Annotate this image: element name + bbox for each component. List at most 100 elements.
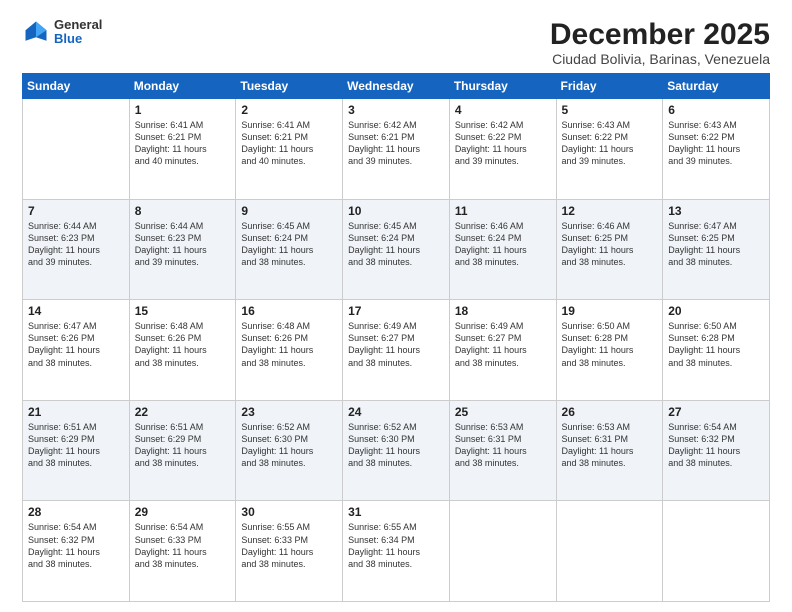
calendar-cell: 5Sunrise: 6:43 AMSunset: 6:22 PMDaylight… bbox=[556, 99, 663, 200]
calendar-cell: 10Sunrise: 6:45 AMSunset: 6:24 PMDayligh… bbox=[343, 199, 450, 300]
calendar-header-row: SundayMondayTuesdayWednesdayThursdayFrid… bbox=[23, 74, 770, 99]
day-number: 27 bbox=[668, 405, 764, 419]
day-info: Sunrise: 6:54 AMSunset: 6:32 PMDaylight:… bbox=[668, 421, 764, 470]
calendar-cell: 24Sunrise: 6:52 AMSunset: 6:30 PMDayligh… bbox=[343, 400, 450, 501]
calendar-cell: 7 Sunrise: 6:44 AMSunset: 6:23 PMDaylight… bbox=[23, 199, 130, 300]
day-info: Sunrise: 6:44 AMSunset: 6:23 PMDaylight:… bbox=[135, 220, 231, 269]
day-info: Sunrise: 6:49 AMSunset: 6:27 PMDaylight:… bbox=[455, 320, 551, 369]
logo-text: General Blue bbox=[54, 18, 102, 47]
col-header-thursday: Thursday bbox=[449, 74, 556, 99]
calendar-cell: 4Sunrise: 6:42 AMSunset: 6:22 PMDaylight… bbox=[449, 99, 556, 200]
calendar-cell bbox=[556, 501, 663, 602]
calendar-week-row: 21Sunrise: 6:51 AMSunset: 6:29 PMDayligh… bbox=[23, 400, 770, 501]
day-number: 13 bbox=[668, 204, 764, 218]
col-header-sunday: Sunday bbox=[23, 74, 130, 99]
col-header-saturday: Saturday bbox=[663, 74, 770, 99]
calendar-cell bbox=[449, 501, 556, 602]
calendar-week-row: 14 Sunrise: 6:47 AMSunset: 6:26 PMDayligh… bbox=[23, 300, 770, 401]
col-header-wednesday: Wednesday bbox=[343, 74, 450, 99]
calendar-cell: 14 Sunrise: 6:47 AMSunset: 6:26 PMDayligh… bbox=[23, 300, 130, 401]
day-info: Sunrise: 6:52 AMSunset: 6:30 PMDaylight:… bbox=[241, 421, 337, 470]
calendar-cell: 6Sunrise: 6:43 AMSunset: 6:22 PMDaylight… bbox=[663, 99, 770, 200]
day-info: Sunrise: 6:45 AMSunset: 6:24 PMDaylight:… bbox=[241, 220, 337, 269]
day-info: Sunrise: 6:54 AMSunset: 6:32 PMDaylight:… bbox=[28, 521, 124, 570]
day-number: 1 bbox=[135, 103, 231, 117]
calendar-cell: 25 Sunrise: 6:53 AMSunset: 6:31 PMDayligh… bbox=[449, 400, 556, 501]
calendar-cell: 26 Sunrise: 6:53 AMSunset: 6:31 PMDayligh… bbox=[556, 400, 663, 501]
calendar-cell: 29 Sunrise: 6:54 AMSunset: 6:33 PMDayligh… bbox=[129, 501, 236, 602]
day-info: Sunrise: 6:48 AMSunset: 6:26 PMDaylight:… bbox=[241, 320, 337, 369]
day-info: Sunrise: 6:50 AMSunset: 6:28 PMDaylight:… bbox=[562, 320, 658, 369]
day-info: Sunrise: 6:47 AMSunset: 6:25 PMDaylight:… bbox=[668, 220, 764, 269]
day-info: Sunrise: 6:42 AMSunset: 6:22 PMDaylight:… bbox=[455, 119, 551, 168]
day-number: 17 bbox=[348, 304, 444, 318]
logo-general-label: General bbox=[54, 18, 102, 32]
calendar-cell: 16 Sunrise: 6:48 AMSunset: 6:26 PMDayligh… bbox=[236, 300, 343, 401]
day-info: Sunrise: 6:46 AMSunset: 6:24 PMDaylight:… bbox=[455, 220, 551, 269]
calendar-cell: 22 Sunrise: 6:51 AMSunset: 6:29 PMDayligh… bbox=[129, 400, 236, 501]
day-number: 15 bbox=[135, 304, 231, 318]
calendar-week-row: 28 Sunrise: 6:54 AMSunset: 6:32 PMDayligh… bbox=[23, 501, 770, 602]
day-info: Sunrise: 6:51 AMSunset: 6:29 PMDaylight:… bbox=[135, 421, 231, 470]
calendar-cell: 17 Sunrise: 6:49 AMSunset: 6:27 PMDayligh… bbox=[343, 300, 450, 401]
day-info: Sunrise: 6:41 AMSunset: 6:21 PMDaylight:… bbox=[241, 119, 337, 168]
day-number: 3 bbox=[348, 103, 444, 117]
calendar-week-row: 7 Sunrise: 6:44 AMSunset: 6:23 PMDaylight… bbox=[23, 199, 770, 300]
day-info: Sunrise: 6:41 AMSunset: 6:21 PMDaylight:… bbox=[135, 119, 231, 168]
day-number: 19 bbox=[562, 304, 658, 318]
day-number: 22 bbox=[135, 405, 231, 419]
day-number: 5 bbox=[562, 103, 658, 117]
day-number: 26 bbox=[562, 405, 658, 419]
logo-blue-label: Blue bbox=[54, 32, 102, 46]
day-info: Sunrise: 6:55 AMSunset: 6:33 PMDaylight:… bbox=[241, 521, 337, 570]
title-block: December 2025 Ciudad Bolivia, Barinas, V… bbox=[550, 18, 770, 67]
calendar-cell: 3 Sunrise: 6:42 AMSunset: 6:21 PMDaylight… bbox=[343, 99, 450, 200]
day-info: Sunrise: 6:54 AMSunset: 6:33 PMDaylight:… bbox=[135, 521, 231, 570]
day-number: 14 bbox=[28, 304, 124, 318]
calendar-cell bbox=[23, 99, 130, 200]
calendar-cell: 23 Sunrise: 6:52 AMSunset: 6:30 PMDayligh… bbox=[236, 400, 343, 501]
calendar-cell: 15 Sunrise: 6:48 AMSunset: 6:26 PMDayligh… bbox=[129, 300, 236, 401]
calendar-cell: 13 Sunrise: 6:47 AMSunset: 6:25 PMDayligh… bbox=[663, 199, 770, 300]
location: Ciudad Bolivia, Barinas, Venezuela bbox=[550, 51, 770, 67]
day-info: Sunrise: 6:53 AMSunset: 6:31 PMDaylight:… bbox=[562, 421, 658, 470]
day-info: Sunrise: 6:44 AMSunset: 6:23 PMDaylight:… bbox=[28, 220, 124, 269]
day-number: 11 bbox=[455, 204, 551, 218]
day-info: Sunrise: 6:49 AMSunset: 6:27 PMDaylight:… bbox=[348, 320, 444, 369]
day-number: 9 bbox=[241, 204, 337, 218]
day-number: 25 bbox=[455, 405, 551, 419]
day-number: 24 bbox=[348, 405, 444, 419]
day-number: 10 bbox=[348, 204, 444, 218]
calendar-cell: 19 Sunrise: 6:50 AMSunset: 6:28 PMDayligh… bbox=[556, 300, 663, 401]
calendar-table: SundayMondayTuesdayWednesdayThursdayFrid… bbox=[22, 73, 770, 602]
day-number: 16 bbox=[241, 304, 337, 318]
calendar-cell: 30Sunrise: 6:55 AMSunset: 6:33 PMDayligh… bbox=[236, 501, 343, 602]
day-info: Sunrise: 6:47 AMSunset: 6:26 PMDaylight:… bbox=[28, 320, 124, 369]
day-number: 7 bbox=[28, 204, 124, 218]
calendar-cell: 12 Sunrise: 6:46 AMSunset: 6:25 PMDayligh… bbox=[556, 199, 663, 300]
day-info: Sunrise: 6:48 AMSunset: 6:26 PMDaylight:… bbox=[135, 320, 231, 369]
calendar-cell: 28 Sunrise: 6:54 AMSunset: 6:32 PMDayligh… bbox=[23, 501, 130, 602]
calendar-cell: 11 Sunrise: 6:46 AMSunset: 6:24 PMDayligh… bbox=[449, 199, 556, 300]
calendar-week-row: 1 Sunrise: 6:41 AMSunset: 6:21 PMDaylight… bbox=[23, 99, 770, 200]
logo: General Blue bbox=[22, 18, 102, 47]
day-info: Sunrise: 6:50 AMSunset: 6:28 PMDaylight:… bbox=[668, 320, 764, 369]
day-info: Sunrise: 6:55 AMSunset: 6:34 PMDaylight:… bbox=[348, 521, 444, 570]
calendar-cell: 31Sunrise: 6:55 AMSunset: 6:34 PMDayligh… bbox=[343, 501, 450, 602]
day-number: 28 bbox=[28, 505, 124, 519]
day-number: 29 bbox=[135, 505, 231, 519]
day-info: Sunrise: 6:53 AMSunset: 6:31 PMDaylight:… bbox=[455, 421, 551, 470]
calendar-cell: 1 Sunrise: 6:41 AMSunset: 6:21 PMDaylight… bbox=[129, 99, 236, 200]
calendar-cell bbox=[663, 501, 770, 602]
calendar-cell: 9 Sunrise: 6:45 AMSunset: 6:24 PMDaylight… bbox=[236, 199, 343, 300]
day-number: 23 bbox=[241, 405, 337, 419]
day-info: Sunrise: 6:46 AMSunset: 6:25 PMDaylight:… bbox=[562, 220, 658, 269]
calendar-cell: 27 Sunrise: 6:54 AMSunset: 6:32 PMDayligh… bbox=[663, 400, 770, 501]
day-number: 6 bbox=[668, 103, 764, 117]
day-number: 20 bbox=[668, 304, 764, 318]
calendar-cell: 18Sunrise: 6:49 AMSunset: 6:27 PMDayligh… bbox=[449, 300, 556, 401]
page: General Blue December 2025 Ciudad Bolivi… bbox=[0, 0, 792, 612]
header: General Blue December 2025 Ciudad Bolivi… bbox=[22, 18, 770, 67]
day-number: 12 bbox=[562, 204, 658, 218]
day-info: Sunrise: 6:42 AMSunset: 6:21 PMDaylight:… bbox=[348, 119, 444, 168]
